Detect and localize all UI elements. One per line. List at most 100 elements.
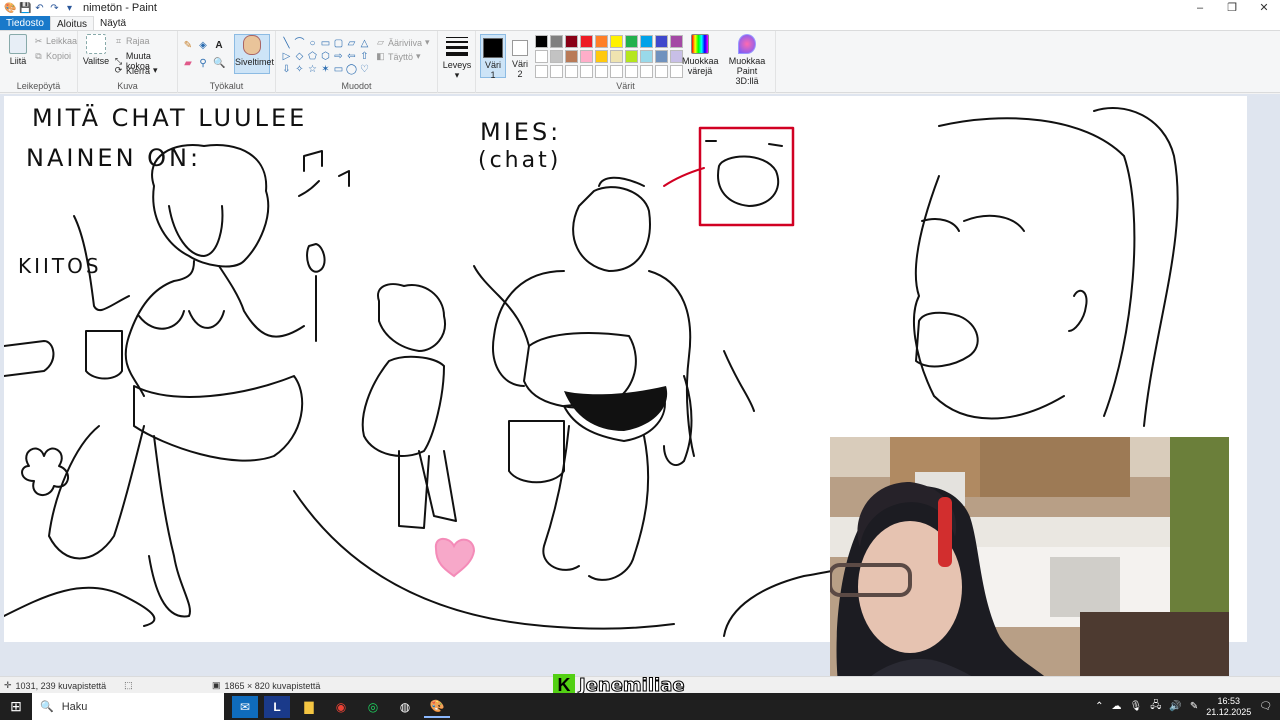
palette-swatch[interactable] — [580, 50, 593, 63]
color2-button[interactable]: Väri 2 — [508, 34, 532, 79]
palette-swatch[interactable] — [640, 65, 653, 78]
fill-icon[interactable]: ◈ — [197, 40, 209, 52]
edit-colors-button[interactable]: Muokkaa värejä — [682, 34, 719, 76]
shape-option[interactable]: ▭ — [332, 63, 345, 76]
shape-option[interactable]: ◯ — [345, 63, 358, 76]
file-explorer-icon[interactable]: ▇ — [296, 696, 322, 718]
save-icon[interactable]: 💾 — [19, 3, 31, 14]
shape-option[interactable]: ╲ — [280, 37, 293, 50]
select-button[interactable]: Valitse — [82, 34, 110, 66]
redo-icon[interactable]: ↷ — [49, 3, 60, 14]
shape-option[interactable]: ⇩ — [280, 63, 293, 76]
cut-button[interactable]: ✂ Leikkaa — [34, 36, 77, 46]
palette-swatch[interactable] — [565, 65, 578, 78]
clock[interactable]: 16:53 21.12.2025 — [1206, 696, 1251, 718]
palette-swatch[interactable] — [655, 35, 668, 48]
pencil-icon[interactable]: ✎ — [182, 40, 194, 52]
palette-swatch[interactable] — [535, 50, 548, 63]
shape-option[interactable]: ⇨ — [332, 50, 345, 63]
customize-quick-access-icon[interactable]: ▾ — [64, 3, 75, 14]
shape-option[interactable]: ▱ — [345, 37, 358, 50]
notifications-icon[interactable]: 🗨 — [1259, 701, 1272, 712]
chrome-icon[interactable]: ◉ — [328, 696, 354, 718]
shape-option[interactable]: ▷ — [280, 50, 293, 63]
palette-swatch[interactable] — [535, 65, 548, 78]
spotify-icon[interactable]: ◎ — [360, 696, 386, 718]
magnifier-icon[interactable]: 🔍 — [213, 58, 225, 70]
paste-button[interactable]: Liitä — [6, 34, 30, 66]
palette-swatch[interactable] — [565, 50, 578, 63]
shape-option[interactable]: ▢ — [332, 37, 345, 50]
network-icon[interactable]: 🖧 — [1150, 698, 1161, 715]
paint-taskbar-icon[interactable]: 🎨 — [424, 696, 450, 718]
shape-option[interactable]: ✶ — [319, 63, 332, 76]
undo-icon[interactable]: ↶ — [34, 3, 45, 14]
shape-option[interactable]: ♡ — [358, 63, 371, 76]
shapes-gallery[interactable]: ╲ ⌒ ○ ▭ ▢ ▱ △ ▷ ◇ ⬠ ⬡ ⇨ ⇦ ⇧ ⇩ ✧ ☆ ✶ ▭ ◯ ♡ — [280, 37, 371, 76]
palette-swatch[interactable] — [610, 50, 623, 63]
shape-option[interactable]: ☆ — [306, 63, 319, 76]
palette-swatch[interactable] — [640, 35, 653, 48]
shape-option[interactable]: ◇ — [293, 50, 306, 63]
text-icon[interactable]: A — [213, 40, 225, 52]
pen-icon[interactable]: ✎ — [1190, 701, 1198, 712]
shape-option[interactable]: ⇧ — [358, 50, 371, 63]
palette-swatch[interactable] — [610, 35, 623, 48]
man-hair — [598, 176, 645, 187]
fill-button[interactable]: ◧ Täyttö ▾ — [376, 51, 420, 62]
paint3d-button[interactable]: Muokkaa Paint 3D:llä — [724, 34, 770, 86]
palette-swatch[interactable] — [580, 65, 593, 78]
shape-option[interactable]: △ — [358, 37, 371, 50]
palette-swatch[interactable] — [625, 35, 638, 48]
size-button[interactable]: Leveys ▾ — [442, 34, 472, 81]
crop-button[interactable]: ⌗ Rajaa — [114, 36, 150, 46]
shape-option[interactable]: ⬠ — [306, 50, 319, 63]
color-palette[interactable] — [535, 35, 684, 79]
shape-option[interactable]: ▭ — [319, 37, 332, 50]
color1-button[interactable]: Väri 1 — [480, 34, 506, 80]
palette-swatch[interactable] — [595, 50, 608, 63]
shape-option[interactable]: ⌒ — [293, 37, 306, 50]
palette-swatch[interactable] — [565, 35, 578, 48]
obs-icon[interactable]: ◍ — [392, 696, 418, 718]
microphone-icon[interactable]: 🎙 — [1130, 701, 1143, 712]
palette-swatch[interactable] — [655, 65, 668, 78]
outline-button[interactable]: ▱ Ääriviiva ▾ — [376, 37, 430, 48]
palette-swatch[interactable] — [625, 50, 638, 63]
palette-swatch[interactable] — [550, 65, 563, 78]
tab-view[interactable]: Näytä — [94, 16, 132, 30]
minimize-button[interactable]: – — [1184, 0, 1216, 16]
tray-expand-icon[interactable]: ⌃ — [1095, 701, 1103, 712]
outlook-icon[interactable]: ✉ — [232, 695, 258, 718]
eraser-icon[interactable]: ▰ — [182, 58, 194, 70]
cloud-icon[interactable]: ☁ — [1112, 701, 1122, 712]
palette-swatch[interactable] — [595, 65, 608, 78]
launcher-icon[interactable]: L — [264, 695, 290, 718]
rotate-button[interactable]: ⟳ Kierrä ▾ — [114, 65, 158, 76]
shape-option[interactable]: ○ — [306, 37, 319, 50]
shape-option[interactable]: ⬡ — [319, 50, 332, 63]
palette-swatch[interactable] — [580, 35, 593, 48]
volume-icon[interactable]: 🔊 — [1169, 701, 1181, 712]
select-label: Valitse — [82, 56, 110, 66]
palette-swatch[interactable] — [535, 35, 548, 48]
close-button[interactable]: ✕ — [1248, 0, 1280, 16]
shape-option[interactable]: ⇦ — [345, 50, 358, 63]
palette-swatch[interactable] — [610, 65, 623, 78]
shape-option[interactable]: ✧ — [293, 63, 306, 76]
palette-swatch[interactable] — [595, 35, 608, 48]
copy-button[interactable]: ⧉ Kopioi — [34, 51, 71, 61]
palette-swatch[interactable] — [550, 35, 563, 48]
tab-home[interactable]: Aloitus — [49, 16, 94, 30]
tab-file[interactable]: Tiedosto — [0, 16, 50, 30]
long-arc — [293, 490, 675, 630]
color-picker-icon[interactable]: ⚲ — [197, 58, 209, 70]
palette-swatch[interactable] — [550, 50, 563, 63]
maximize-button[interactable]: ❐ — [1216, 0, 1248, 16]
palette-swatch[interactable] — [625, 65, 638, 78]
windows-start-icon[interactable]: ⊞ — [0, 693, 32, 720]
taskbar-search[interactable]: 🔍 Haku — [32, 693, 224, 720]
palette-swatch[interactable] — [640, 50, 653, 63]
brushes-button[interactable]: Siveltimet — [234, 34, 274, 74]
palette-swatch[interactable] — [655, 50, 668, 63]
